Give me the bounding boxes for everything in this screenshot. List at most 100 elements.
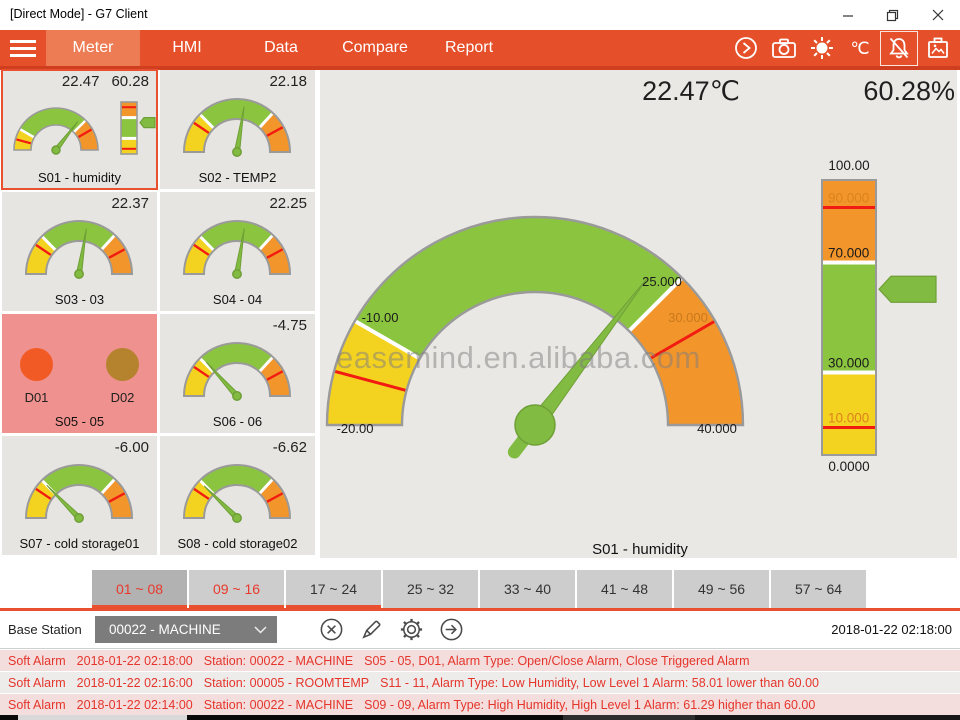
svg-text:℃: ℃ (850, 39, 869, 58)
station-pager: 01 ~ 08 09 ~ 16 17 ~ 24 25 ~ 32 33 ~ 40 … (92, 570, 866, 608)
alarm-time: 2018-01-22 02:14:00 (77, 698, 193, 712)
svg-text:30.000: 30.000 (828, 356, 869, 371)
tile-s05-digital[interactable]: D01 D02 S05 - 05 (2, 314, 157, 433)
channel-d02: D02 (97, 348, 149, 405)
alarm-log-row[interactable]: Soft Alarm 2018-01-22 02:14:00 Station: … (0, 694, 960, 715)
tile-s03[interactable]: 22.37 S03 - 03 (2, 192, 157, 311)
temperature-readout: 22.47℃ (570, 76, 740, 107)
divider (0, 648, 960, 649)
station-bar: Base Station 00022 - MACHINE (0, 611, 960, 648)
bottom-edge-artifact (0, 715, 960, 720)
restore-button[interactable] (870, 0, 915, 30)
mini-gauge (2, 88, 102, 162)
g7-client-window: [Direct Mode] - G7 Client Meter HMI Data… (0, 0, 960, 720)
minimize-button[interactable] (825, 0, 870, 30)
close-button[interactable] (915, 0, 960, 30)
window-controls (825, 0, 960, 30)
main-gauge: -20.00 -10.00 25.000 30.000 40.000 (320, 150, 770, 460)
svg-text:25.000: 25.000 (642, 274, 682, 289)
pager-tab-41-48[interactable]: 41 ~ 48 (577, 570, 672, 608)
alarm-kind: Soft Alarm (8, 654, 66, 668)
mini-gauge (160, 86, 315, 162)
station-select-value: 00022 - MACHINE (95, 622, 254, 637)
svg-text:-20.00: -20.00 (337, 421, 374, 436)
window-title: [Direct Mode] - G7 Client (10, 7, 148, 21)
alarm-mute-icon[interactable] (880, 31, 918, 66)
camera-icon[interactable] (766, 32, 802, 65)
svg-text:10.000: 10.000 (828, 411, 869, 426)
tab-hmi[interactable]: HMI (140, 30, 234, 66)
pager-tab-57-64[interactable]: 57 ~ 64 (771, 570, 866, 608)
edit-icon[interactable] (358, 616, 385, 643)
temp-unit-icon[interactable]: ℃ (842, 32, 878, 65)
svg-text:-10.00: -10.00 (362, 310, 399, 325)
main-navbar: Meter HMI Data Compare Report (0, 30, 960, 70)
alarm-station: Station: 00005 - ROOMTEMP (204, 676, 369, 690)
tile-label: S02 - TEMP2 (160, 170, 315, 185)
channel-label: D02 (97, 390, 149, 405)
watermark: easemind.en.alibaba.com (336, 340, 701, 376)
alarm-time: 2018-01-22 02:18:00 (77, 654, 193, 668)
tile-label: S03 - 03 (2, 292, 157, 307)
svg-text:40.000: 40.000 (697, 421, 737, 436)
svg-text:100.00: 100.00 (828, 158, 869, 173)
channel-d01: D01 (11, 348, 63, 405)
pager-tab-17-24[interactable]: 17 ~ 24 (286, 570, 381, 608)
tile-s02-temp2[interactable]: 22.18 S02 - TEMP2 (160, 70, 315, 189)
tile-s08-cold-storage02[interactable]: -6.62 S08 - cold storage02 (160, 436, 315, 555)
tab-meter[interactable]: Meter (46, 30, 140, 66)
cancel-icon[interactable] (318, 616, 345, 643)
export-icon[interactable] (438, 616, 465, 643)
alarm-station: Station: 00022 - MACHINE (204, 698, 353, 712)
pager-tab-49-56[interactable]: 49 ~ 56 (674, 570, 769, 608)
tile-label: S08 - cold storage02 (160, 536, 315, 551)
tab-data[interactable]: Data (234, 30, 328, 66)
channel-indicator (106, 348, 139, 381)
pager-tab-33-40[interactable]: 33 ~ 40 (480, 570, 575, 608)
mini-gauge (2, 452, 157, 528)
menu-icon[interactable] (0, 30, 46, 66)
svg-text:90.000: 90.000 (828, 191, 869, 206)
main-bar-gauge: 100.00 90.000 70.000 30.000 10.000 0.0000 (800, 150, 960, 480)
alarm-kind: Soft Alarm (8, 698, 66, 712)
svg-text:0.0000: 0.0000 (828, 459, 869, 474)
station-select[interactable]: 00022 - MACHINE (95, 616, 277, 643)
mini-gauge (160, 330, 315, 406)
last-update-timestamp: 2018-01-22 02:18:00 (831, 622, 952, 637)
tile-s01-humidity[interactable]: 22.47 60.28 S01 - humidity (2, 70, 157, 189)
humidity-readout: 60.28% (795, 76, 955, 107)
tile-s04[interactable]: 22.25 S04 - 04 (160, 192, 315, 311)
snapshot-bin-icon[interactable] (920, 32, 956, 65)
tile-label: S07 - cold storage01 (2, 536, 157, 551)
sensor-tile-grid: 22.47 60.28 S01 - humidity 22.18 S02 - T… (2, 70, 315, 555)
brightness-icon[interactable] (804, 32, 840, 65)
svg-text:30.000: 30.000 (668, 310, 708, 325)
tile-label: S01 - humidity (2, 170, 157, 185)
pager-tab-09-16[interactable]: 09 ~ 16 (189, 570, 284, 608)
alarm-kind: Soft Alarm (8, 676, 66, 690)
mini-gauge (160, 452, 315, 528)
svg-text:70.000: 70.000 (828, 246, 869, 261)
settings-icon[interactable] (398, 616, 425, 643)
pager-tab-01-08[interactable]: 01 ~ 08 (92, 570, 187, 608)
alarm-detail: S11 - 11, Alarm Type: Low Humidity, Low … (380, 676, 819, 690)
alarm-detail: S05 - 05, D01, Alarm Type: Open/Close Al… (364, 654, 749, 668)
tile-label: S05 - 05 (2, 414, 157, 429)
pager-tab-25-32[interactable]: 25 ~ 32 (383, 570, 478, 608)
alarm-log-row[interactable]: Soft Alarm 2018-01-22 02:16:00 Station: … (0, 672, 960, 693)
tile-label: S04 - 04 (160, 292, 315, 307)
alarm-time: 2018-01-22 02:16:00 (77, 676, 193, 690)
tile-s06[interactable]: -4.75 S06 - 06 (160, 314, 315, 433)
alarm-detail: S09 - 09, Alarm Type: High Humidity, Hig… (364, 698, 815, 712)
alarm-log-row[interactable]: Soft Alarm 2018-01-22 02:18:00 Station: … (0, 650, 960, 671)
navbar-actions: ℃ (728, 30, 956, 66)
station-actions (318, 616, 465, 643)
mini-gauge (160, 208, 315, 284)
tile-label: S06 - 06 (160, 414, 315, 429)
sync-icon[interactable] (728, 32, 764, 65)
tab-report[interactable]: Report (422, 30, 516, 66)
mini-gauge (2, 208, 157, 284)
tab-compare[interactable]: Compare (328, 30, 422, 66)
digital-channels: D01 D02 (2, 348, 157, 405)
tile-s07-cold-storage01[interactable]: -6.00 S07 - cold storage01 (2, 436, 157, 555)
